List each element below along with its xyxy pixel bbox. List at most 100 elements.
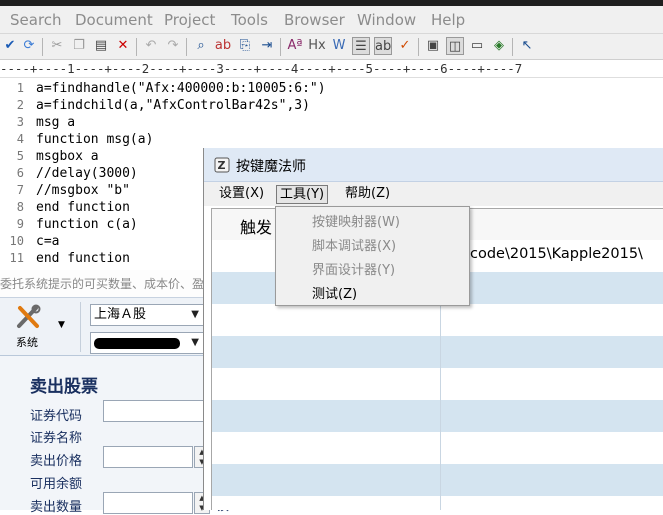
menu-item-test[interactable]: 测试(Z): [312, 287, 357, 303]
app-icon: Z: [214, 157, 230, 173]
code-line[interactable]: a=findhandle("Afx:400000:b:10005:6:"): [36, 80, 326, 97]
find-icon[interactable]: ⌕: [192, 37, 210, 55]
code-line[interactable]: end function: [36, 199, 130, 216]
menu-item-script-debugger[interactable]: 脚本调试器(X): [312, 239, 396, 255]
system-button[interactable]: 系统: [14, 304, 54, 349]
split-icon[interactable]: ◫: [446, 37, 464, 55]
code-line[interactable]: end function: [36, 250, 130, 267]
menu-search[interactable]: Search: [10, 11, 62, 29]
field-label: 证券名称: [30, 431, 83, 446]
script-path: code\2015\Kapple2015\: [470, 246, 643, 262]
field-label: 卖出价格: [30, 454, 83, 469]
chevron-down-icon: ▼: [191, 309, 199, 320]
sell-price-input[interactable]: [103, 446, 193, 468]
account-select[interactable]: ▼: [90, 332, 204, 354]
editor-toolbar: ✔ ⟳ ✂ ❐ ▤ ✕ ↶ ↷ ⌕ ab ⎘ ⇥ Aª Hx W ☰ ab ✓ …: [0, 34, 663, 60]
code-line[interactable]: msgbox a: [36, 148, 99, 165]
menu-tools[interactable]: 工具(Y): [276, 185, 329, 204]
line-number: 10: [9, 234, 24, 248]
system-label: 系统: [16, 336, 38, 349]
line-number: 6: [16, 166, 24, 180]
check-icon[interactable]: ✓: [396, 37, 414, 55]
cut-icon[interactable]: ✂: [48, 37, 66, 55]
code-line[interactable]: a=findchild(a,"AfxControlBar42s",3): [36, 97, 310, 114]
window-titlebar[interactable]: Z 按键魔法师: [204, 148, 663, 182]
chevron-down-icon: ▼: [191, 337, 199, 348]
market-select-value: 上海Ａ股: [94, 307, 147, 322]
market-select[interactable]: 上海Ａ股 ▼: [90, 304, 204, 326]
help-pointer-icon[interactable]: ↖: [518, 37, 536, 55]
field-label: 证券代码: [30, 409, 83, 424]
hex-icon[interactable]: Hx: [308, 37, 326, 55]
goto-line-icon[interactable]: ⇥: [258, 37, 276, 55]
column-ruler: ----+----1----+----2----+----3----+----4…: [0, 60, 663, 78]
find-in-files-icon[interactable]: ⎘: [236, 37, 254, 55]
code-line[interactable]: msg a: [36, 114, 75, 131]
toolbar-separator: [186, 38, 187, 56]
font-icon[interactable]: Aª: [286, 37, 304, 55]
field-label: 卖出数量: [30, 500, 83, 515]
list-row[interactable]: [212, 432, 663, 464]
menu-document[interactable]: Document: [75, 11, 153, 29]
security-code-input[interactable]: [103, 400, 215, 422]
window-title: 按键魔法师: [236, 159, 306, 175]
chevron-down-icon[interactable]: ▼: [58, 320, 65, 330]
line-number: 7: [16, 183, 24, 197]
line-number: 5: [16, 149, 24, 163]
browser-icon[interactable]: ◈: [490, 37, 508, 55]
line-number: 4: [16, 132, 24, 146]
menu-window[interactable]: Window: [357, 11, 416, 29]
paste-icon[interactable]: ▤: [92, 37, 110, 55]
menu-item-key-mapper[interactable]: 按键映射器(W): [312, 215, 400, 231]
field-label: 可用余额: [30, 477, 83, 492]
code-line[interactable]: //msgbox "b": [36, 182, 130, 199]
redo-icon[interactable]: ↷: [164, 37, 182, 55]
tools-dropdown-menu: 按键映射器(W) 脚本调试器(X) 界面设计器(Y) 测试(Z): [275, 206, 470, 306]
key-wizard-window: Z 按键魔法师 设置(X) 工具(Y) 帮助(Z) 触发 code\2015\K…: [203, 148, 663, 510]
line-number-gutter: 1 2 3 4 5 6 7 8 9 10 11: [0, 78, 30, 270]
undo-icon[interactable]: ↶: [142, 37, 160, 55]
sell-quantity-input[interactable]: [103, 492, 193, 514]
panel-icon[interactable]: ▣: [424, 37, 442, 55]
delete-icon[interactable]: ✕: [114, 37, 132, 55]
list-row[interactable]: [212, 336, 663, 368]
code-line[interactable]: function msg(a): [36, 131, 153, 148]
menu-tools[interactable]: Tools: [231, 11, 268, 29]
code-line[interactable]: //delay(3000): [36, 165, 138, 182]
menu-project[interactable]: Project: [164, 11, 215, 29]
editor-menubar: Search Document Project Tools Browser Wi…: [0, 6, 663, 34]
replace-icon[interactable]: ab: [214, 37, 232, 55]
line-number: 3: [16, 115, 24, 129]
line-number: 9: [16, 217, 24, 231]
tools-icon: [17, 304, 41, 328]
code-line[interactable]: c=a: [36, 233, 59, 250]
line-number: 1: [16, 81, 24, 95]
menu-settings[interactable]: 设置(X): [216, 185, 267, 204]
list-icon[interactable]: ☰: [352, 37, 370, 55]
redacted-account: [94, 338, 180, 349]
window-icon[interactable]: ▭: [468, 37, 486, 55]
toolbar-separator: [512, 38, 513, 56]
refresh-icon[interactable]: ⟳: [20, 37, 38, 55]
list-row[interactable]: [212, 464, 663, 496]
menu-help[interactable]: Help: [431, 11, 465, 29]
menu-item-ui-designer[interactable]: 界面设计器(Y): [312, 263, 395, 279]
copy-icon[interactable]: ❐: [70, 37, 88, 55]
line-number: 8: [16, 200, 24, 214]
menu-browser[interactable]: Browser: [284, 11, 345, 29]
abc-icon[interactable]: ab: [374, 37, 392, 55]
key-wizard-menubar: 设置(X) 工具(Y) 帮助(Z): [204, 182, 663, 206]
list-row[interactable]: [212, 368, 663, 400]
list-row[interactable]: [212, 400, 663, 432]
toolbar-separator: [42, 38, 43, 56]
menu-help[interactable]: 帮助(Z): [342, 185, 393, 204]
word-wrap-icon[interactable]: W: [330, 37, 348, 55]
column-header-trigger[interactable]: 触发: [240, 214, 272, 238]
spellcheck-icon[interactable]: ✔: [1, 37, 19, 55]
toolbar-divider: [80, 302, 81, 352]
toolbar-separator: [280, 38, 281, 56]
list-row[interactable]: [212, 304, 663, 336]
line-number: 11: [9, 251, 24, 265]
line-number: 2: [16, 98, 24, 112]
code-line[interactable]: function c(a): [36, 216, 138, 233]
